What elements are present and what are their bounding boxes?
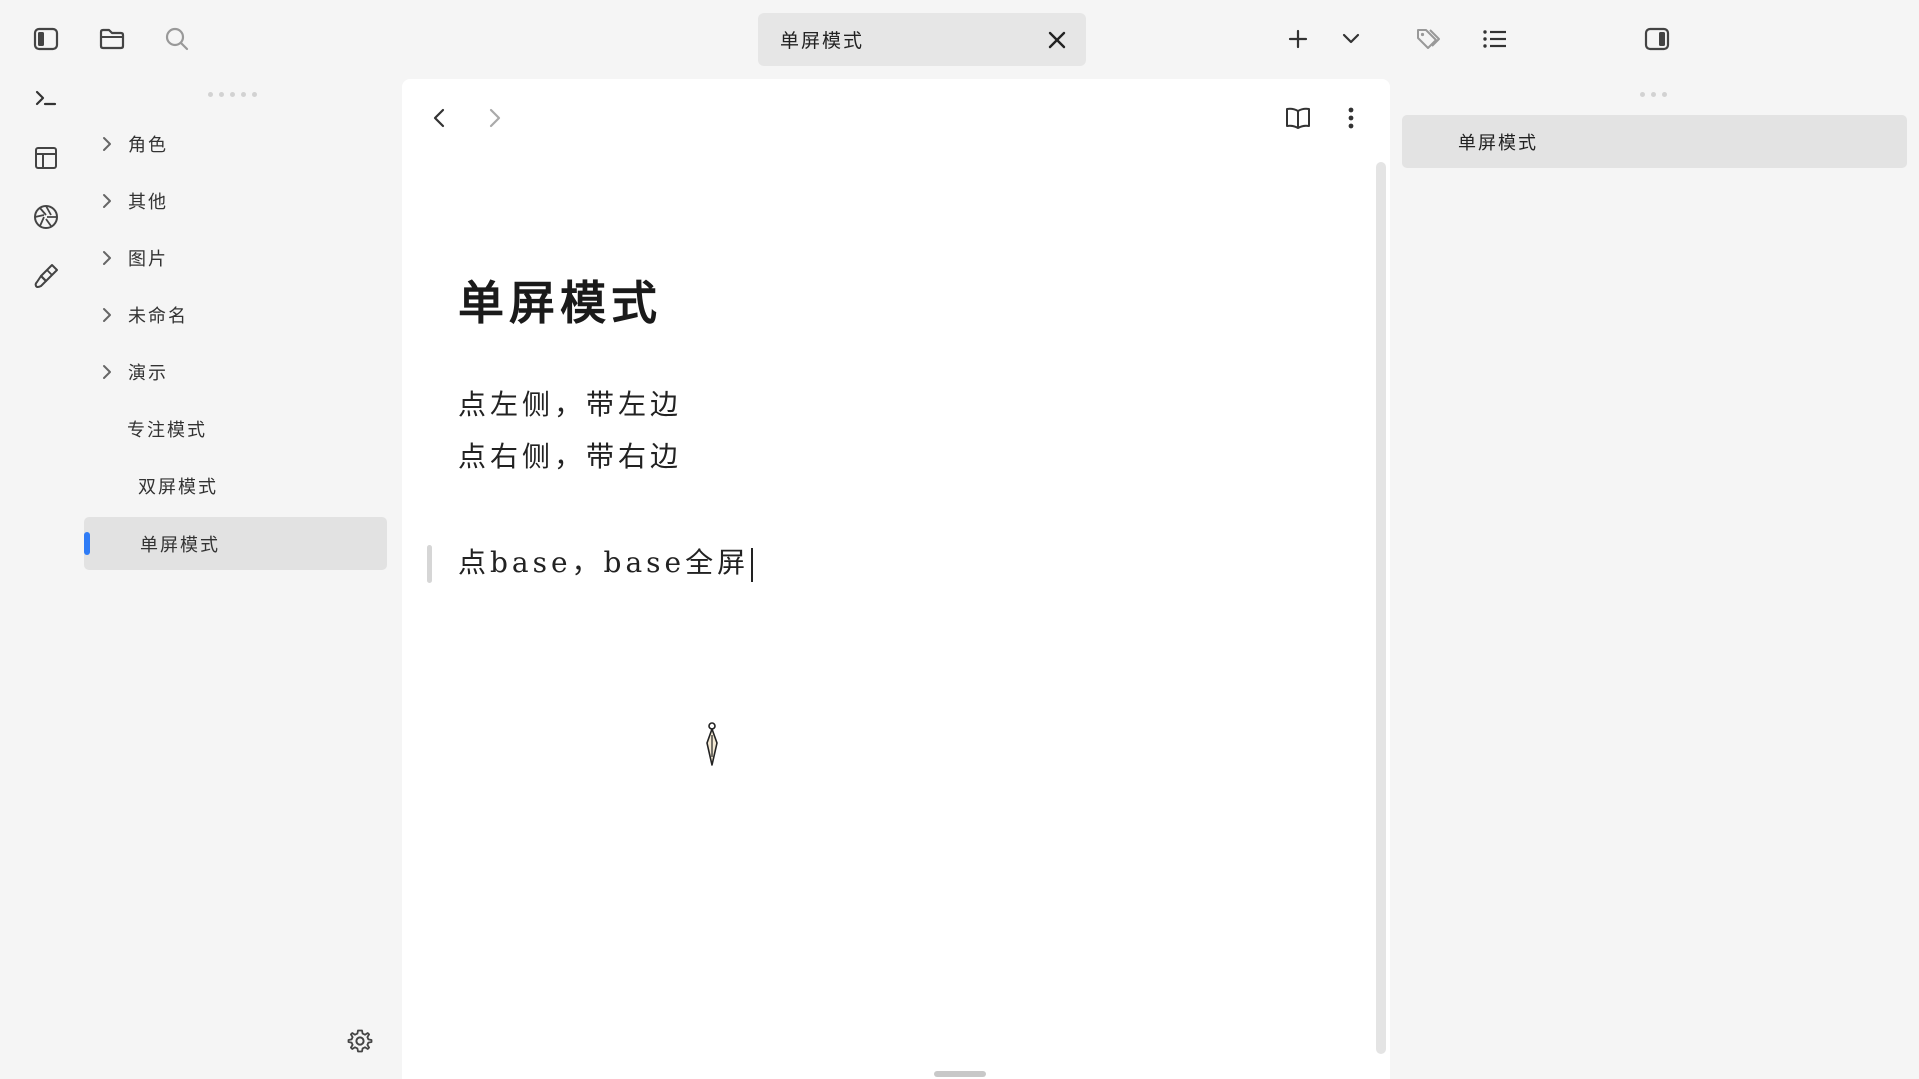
folder-icon [98, 27, 126, 51]
chevron-left-icon [432, 107, 446, 129]
chevron-down-icon [1341, 32, 1361, 46]
navigate-forward-button[interactable] [475, 98, 515, 138]
more-vertical-icon [1347, 106, 1355, 130]
chevron-right-icon [488, 107, 502, 129]
tree-item-label: 其他 [128, 192, 168, 213]
outline-button[interactable] [1475, 19, 1515, 59]
tree-folder-other[interactable]: 其他 [84, 175, 388, 227]
templates-button[interactable] [26, 138, 66, 178]
reading-view-button[interactable] [1278, 98, 1318, 138]
aperture-icon [32, 203, 60, 231]
chevron-right-icon [94, 249, 120, 267]
list-icon [1482, 28, 1508, 50]
sidebar-left-toggle-icon [33, 27, 59, 51]
search-button[interactable] [157, 19, 197, 59]
files-button[interactable] [92, 19, 132, 59]
close-icon [1047, 30, 1067, 50]
style-button[interactable] [26, 256, 66, 296]
document-title[interactable]: 单屏模式 [458, 267, 662, 333]
editor-pane[interactable]: 单屏模式 点左侧，带左边 点右侧，带右边 点base，base全屏 [402, 79, 1390, 1079]
tab-active[interactable]: 单屏模式 [758, 13, 1086, 66]
chevron-right-icon [94, 363, 120, 381]
new-tab-button[interactable] [1278, 19, 1318, 59]
settings-button[interactable] [340, 1021, 380, 1061]
sidebar-right-toggle-icon [1644, 27, 1670, 51]
tree-item-label: 图片 [128, 249, 168, 270]
tree-folder-demo[interactable]: 演示 [84, 346, 388, 398]
tree-item-label: 未命名 [128, 306, 188, 327]
navigate-back-button[interactable] [419, 98, 459, 138]
document-line-text: 点base，base全屏 [458, 546, 750, 579]
tag-icon [1415, 26, 1443, 52]
right-panel-drag-handle[interactable] [1640, 92, 1667, 97]
tab-title: 单屏模式 [780, 30, 865, 52]
layout-icon [33, 145, 59, 171]
editor-scrollbar[interactable] [1376, 162, 1386, 1054]
chevron-right-icon [94, 192, 120, 210]
tags-button[interactable] [1409, 19, 1449, 59]
plus-icon [1287, 28, 1309, 50]
tree-item-label: 角色 [128, 135, 168, 156]
tree-item-label: 演示 [128, 363, 168, 384]
terminal-icon [33, 87, 59, 109]
left-panel-drag-handle[interactable] [208, 92, 257, 97]
paintbrush-icon [32, 262, 60, 290]
outline-heading-item[interactable]: 单屏模式 [1402, 115, 1907, 168]
search-icon [164, 26, 190, 52]
pen-cursor-icon [700, 721, 724, 769]
command-palette-button[interactable] [26, 78, 66, 118]
chevron-right-icon [94, 306, 120, 324]
graph-view-button[interactable] [26, 197, 66, 237]
close-tab-button[interactable] [1040, 23, 1074, 57]
text-caret [751, 547, 754, 582]
tree-file-single-screen-mode[interactable]: 单屏模式 [84, 517, 387, 570]
chevron-right-icon [94, 135, 120, 153]
toggle-right-sidebar-button[interactable] [1637, 19, 1677, 59]
tree-file-dual-screen-mode[interactable]: 双屏模式 [84, 460, 388, 512]
tree-item-label: 单屏模式 [140, 534, 220, 556]
tree-folder-untitled[interactable]: 未命名 [84, 289, 388, 341]
tree-item-label: 双屏模式 [138, 477, 218, 498]
gear-icon [347, 1028, 373, 1054]
tree-folder-roles[interactable]: 角色 [84, 118, 388, 170]
document-line[interactable]: 点右侧，带右边 [458, 435, 682, 475]
toggle-left-sidebar-button[interactable] [26, 19, 66, 59]
more-options-button[interactable] [1331, 98, 1371, 138]
active-indicator [84, 532, 90, 555]
tree-folder-images[interactable]: 图片 [84, 232, 388, 284]
active-line-marker [427, 545, 432, 583]
document-line-active[interactable]: 点base，base全屏 [458, 541, 754, 582]
document-line[interactable]: 点左侧，带左边 [458, 383, 682, 423]
bottom-drag-handle[interactable] [934, 1071, 986, 1077]
tree-file-focus-mode[interactable]: 专注模式 [84, 403, 388, 455]
tree-item-label: 专注模式 [127, 420, 207, 441]
tab-list-dropdown-button[interactable] [1331, 19, 1371, 59]
book-open-icon [1284, 106, 1312, 130]
